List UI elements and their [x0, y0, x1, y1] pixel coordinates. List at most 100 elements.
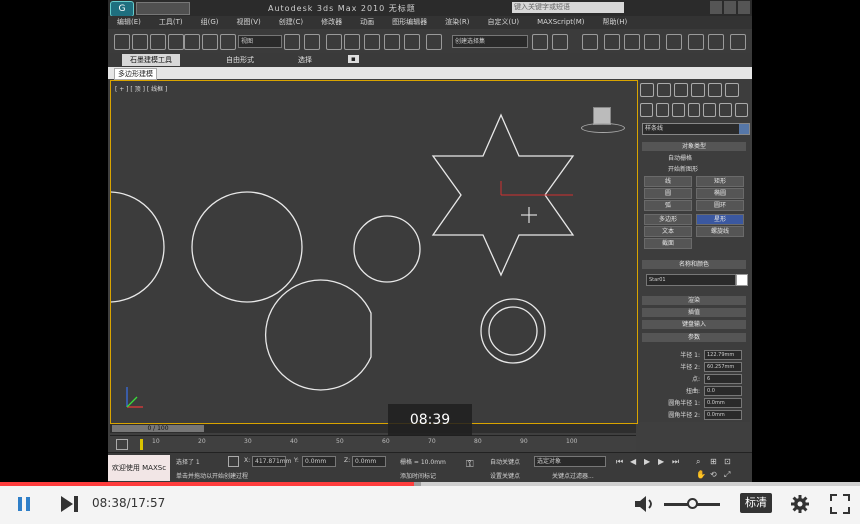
- scale-icon[interactable]: [220, 34, 236, 50]
- motion-tab-icon[interactable]: [691, 83, 705, 97]
- render-production-icon[interactable]: [730, 34, 746, 50]
- reference-coordinate-dropdown[interactable]: 视图: [238, 35, 282, 48]
- volume-knob[interactable]: [687, 498, 698, 509]
- shapes-icon[interactable]: [655, 103, 669, 117]
- tab-selection[interactable]: 选择: [298, 55, 312, 65]
- rollout-object-type[interactable]: 对象类型: [642, 142, 746, 151]
- create-tab-icon[interactable]: [640, 83, 654, 97]
- key-icon[interactable]: ⚿: [466, 459, 474, 470]
- pan-icon[interactable]: ✋: [696, 470, 706, 479]
- star-button[interactable]: 星形: [696, 214, 744, 225]
- points-spinner[interactable]: 6: [704, 374, 742, 384]
- auto-key-button[interactable]: 自动关键点: [490, 457, 520, 466]
- fillet-radius1-spinner[interactable]: 0.0mm: [704, 398, 742, 408]
- helpers-icon[interactable]: [703, 103, 717, 117]
- progress-bar[interactable]: [0, 482, 860, 486]
- zoom-icon[interactable]: ⌕: [696, 457, 700, 467]
- rendered-frame-icon[interactable]: [708, 34, 724, 50]
- helix-button[interactable]: 螺旋线: [696, 226, 744, 237]
- close-icon[interactable]: [738, 1, 750, 14]
- z-coordinate-field[interactable]: 0.0mm: [352, 456, 386, 467]
- volume-slider[interactable]: [664, 498, 720, 509]
- rollout-parameters[interactable]: 参数: [642, 333, 746, 342]
- tab-graphite-modeling[interactable]: 石墨建模工具: [122, 54, 180, 66]
- section-button[interactable]: 截面: [644, 238, 692, 249]
- percent-snap-icon[interactable]: [384, 34, 400, 50]
- selected-object-dropdown[interactable]: 选定对象: [534, 456, 606, 467]
- menu-item[interactable]: 动画: [351, 16, 383, 29]
- next-frame-icon[interactable]: ▶: [658, 457, 664, 466]
- timeline[interactable]: 10 20 30 40 50 60 70 80 90 100: [110, 435, 636, 452]
- fillet-radius2-spinner[interactable]: 0.0mm: [704, 410, 742, 420]
- viewport-canvas[interactable]: [111, 81, 637, 423]
- move-icon[interactable]: [184, 34, 200, 50]
- object-name-field[interactable]: Star01: [646, 274, 736, 286]
- text-button[interactable]: 文本: [644, 226, 692, 237]
- ribbon-toggle-icon[interactable]: ▪: [348, 55, 359, 63]
- ellipse-button[interactable]: 椭圆: [696, 188, 744, 199]
- graphite-toggle-icon[interactable]: [604, 34, 620, 50]
- undo-icon[interactable]: [114, 34, 130, 50]
- modify-tab-icon[interactable]: [657, 83, 671, 97]
- distortion-spinner[interactable]: 0.0: [704, 386, 742, 396]
- quality-button[interactable]: 标清: [740, 493, 772, 513]
- circle-shape[interactable]: [353, 215, 421, 283]
- key-filters-button[interactable]: 关键点过滤器...: [552, 471, 594, 480]
- spacewarps-icon[interactable]: [719, 103, 733, 117]
- keyboard-shortcut-icon[interactable]: [326, 34, 342, 50]
- shape-category-dropdown[interactable]: 样条线: [642, 123, 750, 135]
- spinner-snap-icon[interactable]: [404, 34, 420, 50]
- quick-access-toolbar[interactable]: [136, 2, 190, 15]
- add-time-tag[interactable]: 添加时间标记: [400, 471, 436, 480]
- menu-item[interactable]: 图形编辑器: [383, 16, 436, 29]
- menu-item[interactable]: 创建(C): [270, 16, 312, 29]
- settings-gear-icon[interactable]: [790, 494, 810, 514]
- systems-icon[interactable]: [735, 103, 749, 117]
- volume-icon[interactable]: [634, 495, 656, 513]
- object-color-swatch[interactable]: [736, 274, 748, 286]
- pivot-icon[interactable]: [284, 34, 300, 50]
- radius1-spinner[interactable]: 122.79mm: [704, 350, 742, 360]
- y-coordinate-field[interactable]: 0.0mm: [302, 456, 336, 467]
- rollout-name-color[interactable]: 名称和颜色: [642, 260, 746, 269]
- snap-toggle-icon[interactable]: [344, 34, 360, 50]
- window-crossing-icon[interactable]: [168, 34, 184, 50]
- start-new-shape-checkbox[interactable]: 开始新图形: [668, 164, 698, 173]
- rollout-keyboard-entry[interactable]: 键盘输入: [642, 320, 746, 329]
- search-input[interactable]: 键入关键字或短语: [512, 2, 624, 13]
- select-region-icon[interactable]: [150, 34, 166, 50]
- auto-grid-checkbox[interactable]: 自动栅格: [668, 153, 692, 162]
- select-manipulate-icon[interactable]: [304, 34, 320, 50]
- tab-freeform[interactable]: 自由形式: [226, 55, 254, 65]
- menu-item[interactable]: 工具(T): [150, 16, 192, 29]
- lock-selection-icon[interactable]: [228, 456, 239, 467]
- lights-icon[interactable]: [671, 103, 685, 117]
- display-tab-icon[interactable]: [708, 83, 722, 97]
- set-key-button[interactable]: 设置关键点: [490, 471, 520, 480]
- time-slider-thumb[interactable]: 0 / 100: [112, 425, 204, 432]
- circle-shape[interactable]: [111, 191, 165, 303]
- go-to-start-icon[interactable]: ⏮: [616, 457, 623, 467]
- rollout-interpolation[interactable]: 插值: [642, 308, 746, 317]
- donut-inner-shape[interactable]: [488, 306, 538, 356]
- hierarchy-tab-icon[interactable]: [674, 83, 688, 97]
- rollout-rendering[interactable]: 渲染: [642, 296, 746, 305]
- geometry-icon[interactable]: [640, 103, 653, 117]
- circle-button[interactable]: 圆: [644, 188, 692, 199]
- utilities-tab-icon[interactable]: [725, 83, 739, 97]
- time-slider[interactable]: 0 / 100: [110, 424, 636, 433]
- menu-item[interactable]: MAXScript(M): [528, 16, 593, 29]
- pause-icon[interactable]: [16, 496, 32, 512]
- maxscript-listener[interactable]: 欢迎使用 MAXSc: [108, 455, 170, 481]
- zoom-all-icon[interactable]: ⊞: [710, 457, 717, 466]
- ngon-button[interactable]: 多边形: [644, 214, 692, 225]
- radius2-spinner[interactable]: 60.257mm: [704, 362, 742, 372]
- next-episode-icon[interactable]: [60, 495, 80, 513]
- rectangle-button[interactable]: 矩形: [696, 176, 744, 187]
- previous-frame-icon[interactable]: ◀: [630, 457, 636, 466]
- schematic-view-icon[interactable]: [644, 34, 660, 50]
- donut-button[interactable]: 圆环: [696, 200, 744, 211]
- donut-outer-shape[interactable]: [480, 298, 546, 364]
- menu-item[interactable]: 修改器: [312, 16, 351, 29]
- line-button[interactable]: 线: [644, 176, 692, 187]
